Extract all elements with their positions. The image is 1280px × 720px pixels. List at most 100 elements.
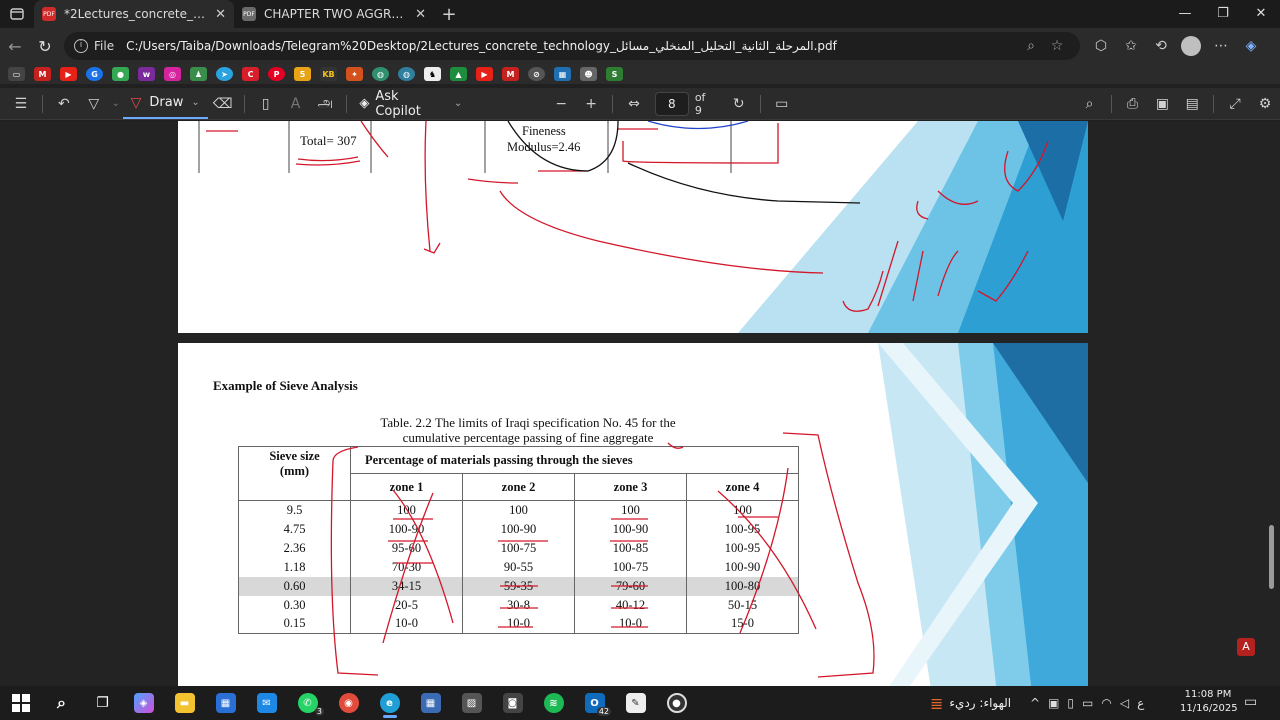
- edge-app[interactable]: e: [369, 686, 410, 720]
- profile-avatar[interactable]: [1181, 36, 1201, 56]
- clock[interactable]: 11:08 PM 11/16/2025: [1180, 688, 1238, 716]
- divider: [243, 94, 245, 113]
- search-button[interactable]: ⌕: [41, 686, 82, 720]
- fav-chart-icon[interactable]: ▲: [450, 67, 467, 81]
- store-app[interactable]: ▦: [205, 686, 246, 720]
- favorites-icon[interactable]: ✩: [1116, 38, 1146, 54]
- fit-page-icon[interactable]: ⇔: [619, 96, 649, 112]
- recorder-app[interactable]: ●: [656, 686, 697, 720]
- read-aloud-icon[interactable]: அ: [310, 95, 340, 113]
- tab-lectures[interactable]: PDF *2Lectures_concrete_technology_ ✕: [34, 0, 234, 28]
- refresh-button[interactable]: ↻: [30, 37, 60, 56]
- tab-actions-menu[interactable]: [0, 0, 34, 28]
- minimize-button[interactable]: —: [1166, 0, 1204, 28]
- fav-gmail2-icon[interactable]: M: [502, 67, 519, 81]
- language-indicator[interactable]: ع: [1137, 696, 1144, 710]
- calculator-app[interactable]: ▦: [410, 686, 451, 720]
- notification-icon[interactable]: ▭: [1244, 694, 1257, 710]
- fav-site-icon[interactable]: w: [138, 67, 155, 81]
- chevron-up-icon[interactable]: ^: [1030, 696, 1040, 710]
- whatsapp-app[interactable]: ✆ 3: [287, 686, 328, 720]
- zoom-out-icon[interactable]: −: [546, 96, 576, 112]
- fav-instagram-icon[interactable]: ◎: [164, 67, 181, 81]
- phone-icon[interactable]: ▯: [1067, 696, 1074, 710]
- draw-button[interactable]: ▽ Draw ⌄: [122, 89, 208, 119]
- fav-maps-icon[interactable]: ●: [112, 67, 129, 81]
- fav-google-icon[interactable]: G: [86, 67, 103, 81]
- scrollbar-thumb[interactable]: [1269, 525, 1274, 589]
- extensions-icon[interactable]: ⬡: [1086, 38, 1116, 54]
- close-tab-icon[interactable]: ✕: [415, 7, 426, 22]
- chrome-app[interactable]: ◉: [328, 686, 369, 720]
- copilot-app[interactable]: ◈: [123, 686, 164, 720]
- copilot-icon[interactable]: ◈: [1236, 38, 1266, 54]
- fav-tool-icon[interactable]: ✦: [346, 67, 363, 81]
- url-text[interactable]: C:/Users/Taiba/Downloads/Telegram%20Desk…: [126, 39, 1018, 53]
- task-view-button[interactable]: ❐: [82, 686, 123, 720]
- fav-youtube2-icon[interactable]: ▶: [476, 67, 493, 81]
- tab-chapter-two[interactable]: PDF CHAPTER TWO AGGREGATE.pdf ✕: [234, 0, 434, 28]
- image-app[interactable]: ▨: [451, 686, 492, 720]
- weather-widget[interactable]: ≣ الهواء: رديء: [930, 686, 1011, 720]
- zoom-in-icon[interactable]: +: [576, 96, 606, 112]
- page-number-input[interactable]: 8: [654, 91, 689, 116]
- file-explorer-app[interactable]: ▬: [164, 686, 205, 720]
- fav-globe-icon[interactable]: ◍: [372, 67, 389, 81]
- whiteboard-app[interactable]: ✎: [615, 686, 656, 720]
- camera-app[interactable]: ◙: [492, 686, 533, 720]
- highlight-icon[interactable]: ▽: [79, 96, 109, 112]
- fav-box-icon[interactable]: ▦: [554, 67, 571, 81]
- acrobat-icon[interactable]: A: [1237, 638, 1255, 656]
- battery-icon[interactable]: ▭: [1082, 696, 1093, 710]
- ask-copilot-button[interactable]: ◈ Ask Copilot ⌄: [359, 89, 462, 119]
- fav-youtube-icon[interactable]: ▶: [60, 67, 77, 81]
- fav-gmail-icon[interactable]: M: [34, 67, 51, 81]
- fav-circle-icon[interactable]: ⊘: [528, 67, 545, 81]
- save-as-icon[interactable]: ▤: [1177, 96, 1207, 112]
- fullscreen-icon[interactable]: ⤢: [1220, 96, 1250, 112]
- fav-s-icon[interactable]: S: [606, 67, 623, 81]
- fav-globe2-icon[interactable]: ◍: [398, 67, 415, 81]
- contents-icon[interactable]: ☰: [6, 96, 36, 112]
- url-field[interactable]: i File C:/Users/Taiba/Downloads/Telegram…: [64, 32, 1080, 60]
- fav-kbh-icon[interactable]: KB: [320, 67, 337, 81]
- outlook-app[interactable]: O 42: [574, 686, 615, 720]
- new-tab-button[interactable]: +: [434, 4, 464, 25]
- maximize-button[interactable]: ❐: [1204, 0, 1242, 28]
- save-icon[interactable]: ▣: [1147, 96, 1177, 112]
- start-button[interactable]: [0, 686, 41, 720]
- volume-icon[interactable]: ◁: [1120, 696, 1129, 710]
- close-tab-icon[interactable]: ✕: [215, 7, 226, 22]
- fav-chess-icon[interactable]: ♞: [424, 67, 441, 81]
- search-icon[interactable]: ⌕: [1075, 96, 1105, 112]
- favorite-star-icon[interactable]: ☆: [1044, 38, 1070, 54]
- mail-app[interactable]: ✉: [246, 686, 287, 720]
- eraser-icon[interactable]: ⌫: [208, 96, 238, 112]
- info-icon[interactable]: i: [74, 39, 88, 53]
- more-menu-icon[interactable]: ⋯: [1206, 38, 1236, 54]
- fav-apps-icon[interactable]: ▭: [8, 67, 25, 81]
- url-scheme: File: [94, 39, 115, 53]
- fav-pinterest-icon[interactable]: P: [268, 67, 285, 81]
- clock-date: 11/16/2025: [1180, 703, 1238, 714]
- fav-5-icon[interactable]: 5: [294, 67, 311, 81]
- tray-app-icon[interactable]: ▣: [1048, 696, 1059, 710]
- fav-c-icon[interactable]: C: [242, 67, 259, 81]
- spotify-app[interactable]: ≋: [533, 686, 574, 720]
- wifi-icon[interactable]: ◠: [1101, 696, 1111, 710]
- zoom-icon[interactable]: ⌕: [1018, 38, 1044, 54]
- rotate-icon[interactable]: ↻: [724, 96, 754, 112]
- back-button[interactable]: ←: [0, 37, 30, 56]
- view-icon[interactable]: ▯: [251, 96, 281, 112]
- print-icon[interactable]: ⎙: [1118, 96, 1148, 112]
- settings-icon[interactable]: ⚙: [1250, 96, 1280, 112]
- history-icon[interactable]: ⟲: [1146, 38, 1176, 54]
- chevron-down-icon[interactable]: ⌄: [109, 98, 123, 109]
- fav-robot-icon[interactable]: ☻: [580, 67, 597, 81]
- undo-icon[interactable]: ↶: [49, 96, 79, 112]
- close-window-button[interactable]: ✕: [1242, 0, 1280, 28]
- fav-person-icon[interactable]: ♟: [190, 67, 207, 81]
- pdf-viewer[interactable]: Total= 307 Fineness Modulus=2.46 Example…: [0, 121, 1280, 686]
- fav-telegram-icon[interactable]: ➤: [216, 67, 233, 81]
- page-view-icon[interactable]: ▭: [767, 96, 797, 112]
